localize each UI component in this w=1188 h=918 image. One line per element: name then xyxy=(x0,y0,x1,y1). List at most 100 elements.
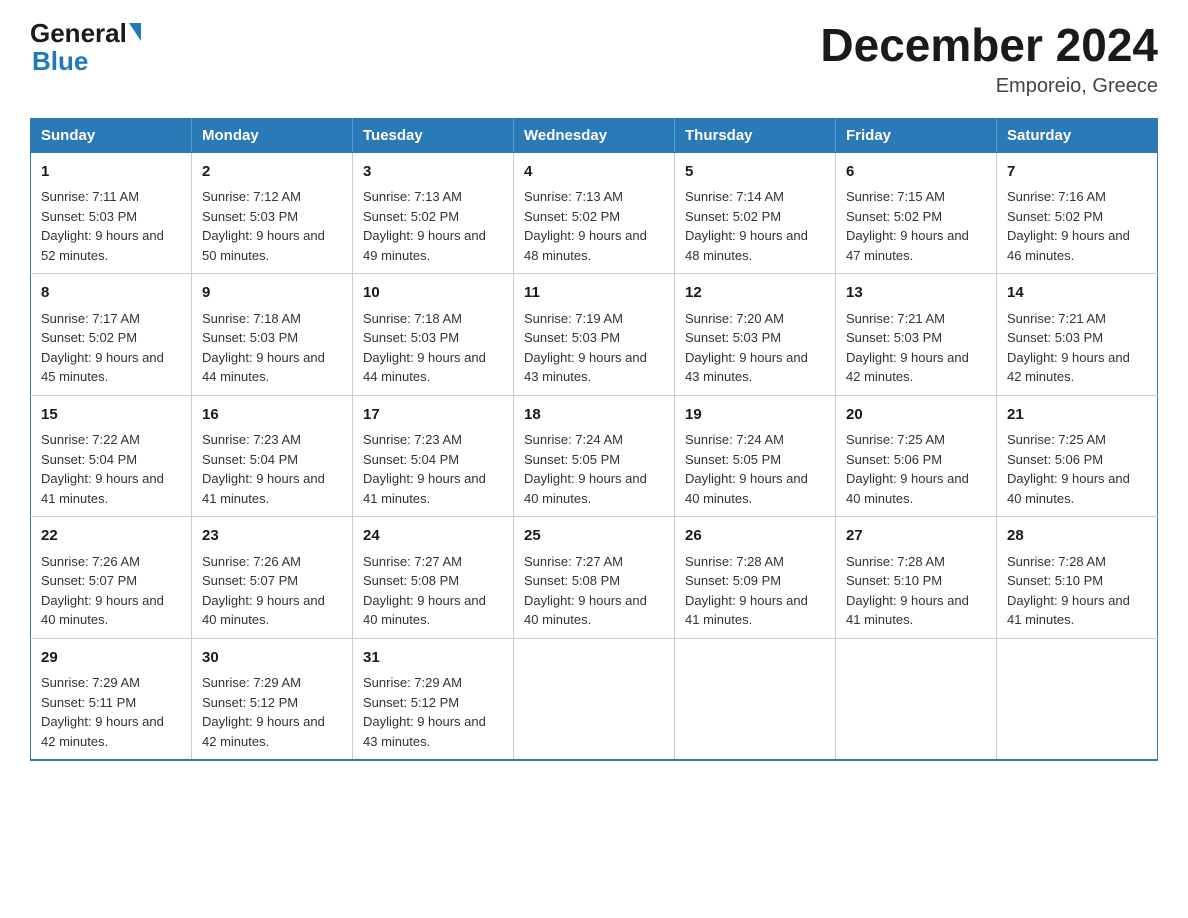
day-info: Sunrise: 7:11 AMSunset: 5:03 PMDaylight:… xyxy=(41,187,181,265)
day-number: 30 xyxy=(202,647,342,670)
day-info: Sunrise: 7:23 AMSunset: 5:04 PMDaylight:… xyxy=(363,430,503,508)
calendar-table: SundayMondayTuesdayWednesdayThursdayFrid… xyxy=(30,118,1158,762)
day-number: 2 xyxy=(202,161,342,184)
day-number: 21 xyxy=(1007,404,1147,427)
calendar-cell: 7 Sunrise: 7:16 AMSunset: 5:02 PMDaylight… xyxy=(997,152,1158,274)
calendar-cell: 24 Sunrise: 7:27 AMSunset: 5:08 PMDayligh… xyxy=(353,517,514,639)
day-info: Sunrise: 7:15 AMSunset: 5:02 PMDaylight:… xyxy=(846,187,986,265)
calendar-cell: 10 Sunrise: 7:18 AMSunset: 5:03 PMDayligh… xyxy=(353,274,514,396)
day-number: 18 xyxy=(524,404,664,427)
day-number: 10 xyxy=(363,282,503,305)
day-number: 11 xyxy=(524,282,664,305)
day-info: Sunrise: 7:12 AMSunset: 5:03 PMDaylight:… xyxy=(202,187,342,265)
day-number: 23 xyxy=(202,525,342,548)
column-header-saturday: Saturday xyxy=(997,118,1158,152)
column-header-monday: Monday xyxy=(192,118,353,152)
day-info: Sunrise: 7:21 AMSunset: 5:03 PMDaylight:… xyxy=(846,309,986,387)
logo-blue-text: Blue xyxy=(32,46,88,77)
day-number: 28 xyxy=(1007,525,1147,548)
day-number: 19 xyxy=(685,404,825,427)
day-info: Sunrise: 7:28 AMSunset: 5:09 PMDaylight:… xyxy=(685,552,825,630)
day-info: Sunrise: 7:28 AMSunset: 5:10 PMDaylight:… xyxy=(1007,552,1147,630)
day-info: Sunrise: 7:22 AMSunset: 5:04 PMDaylight:… xyxy=(41,430,181,508)
day-number: 13 xyxy=(846,282,986,305)
day-number: 27 xyxy=(846,525,986,548)
calendar-cell: 20Sunrise: 7:25 AMSunset: 5:06 PMDayligh… xyxy=(836,395,997,517)
day-info: Sunrise: 7:26 AMSunset: 5:07 PMDaylight:… xyxy=(41,552,181,630)
day-number: 1 xyxy=(41,161,181,184)
day-number: 31 xyxy=(363,647,503,670)
calendar-cell: 8 Sunrise: 7:17 AMSunset: 5:02 PMDaylight… xyxy=(31,274,192,396)
calendar-cell: 13 Sunrise: 7:21 AMSunset: 5:03 PMDayligh… xyxy=(836,274,997,396)
day-info: Sunrise: 7:26 AMSunset: 5:07 PMDaylight:… xyxy=(202,552,342,630)
calendar-cell: 4 Sunrise: 7:13 AMSunset: 5:02 PMDaylight… xyxy=(514,152,675,274)
page-header: General Blue December 2024 Emporeio, Gre… xyxy=(30,20,1158,98)
day-number: 12 xyxy=(685,282,825,305)
day-info: Sunrise: 7:14 AMSunset: 5:02 PMDaylight:… xyxy=(685,187,825,265)
day-info: Sunrise: 7:24 AMSunset: 5:05 PMDaylight:… xyxy=(524,430,664,508)
day-info: Sunrise: 7:13 AMSunset: 5:02 PMDaylight:… xyxy=(524,187,664,265)
day-info: Sunrise: 7:29 AMSunset: 5:12 PMDaylight:… xyxy=(363,673,503,751)
day-info: Sunrise: 7:18 AMSunset: 5:03 PMDaylight:… xyxy=(202,309,342,387)
calendar-week-row: 15 Sunrise: 7:22 AMSunset: 5:04 PMDayligh… xyxy=(31,395,1158,517)
calendar-cell xyxy=(514,638,675,760)
calendar-cell: 27 Sunrise: 7:28 AMSunset: 5:10 PMDayligh… xyxy=(836,517,997,639)
day-number: 7 xyxy=(1007,161,1147,184)
day-number: 22 xyxy=(41,525,181,548)
calendar-cell: 31 Sunrise: 7:29 AMSunset: 5:12 PMDayligh… xyxy=(353,638,514,760)
calendar-cell: 2 Sunrise: 7:12 AMSunset: 5:03 PMDaylight… xyxy=(192,152,353,274)
day-number: 14 xyxy=(1007,282,1147,305)
day-number: 17 xyxy=(363,404,503,427)
day-number: 9 xyxy=(202,282,342,305)
day-number: 16 xyxy=(202,404,342,427)
day-number: 8 xyxy=(41,282,181,305)
day-info: Sunrise: 7:27 AMSunset: 5:08 PMDaylight:… xyxy=(524,552,664,630)
day-number: 6 xyxy=(846,161,986,184)
day-info: Sunrise: 7:25 AMSunset: 5:06 PMDaylight:… xyxy=(1007,430,1147,508)
day-info: Sunrise: 7:16 AMSunset: 5:02 PMDaylight:… xyxy=(1007,187,1147,265)
day-info: Sunrise: 7:24 AMSunset: 5:05 PMDaylight:… xyxy=(685,430,825,508)
calendar-cell: 28 Sunrise: 7:28 AMSunset: 5:10 PMDayligh… xyxy=(997,517,1158,639)
day-number: 4 xyxy=(524,161,664,184)
calendar-cell xyxy=(997,638,1158,760)
calendar-cell xyxy=(836,638,997,760)
calendar-cell: 3Sunrise: 7:13 AMSunset: 5:02 PMDaylight… xyxy=(353,152,514,274)
day-number: 15 xyxy=(41,404,181,427)
day-info: Sunrise: 7:18 AMSunset: 5:03 PMDaylight:… xyxy=(363,309,503,387)
day-number: 5 xyxy=(685,161,825,184)
column-header-thursday: Thursday xyxy=(675,118,836,152)
calendar-week-row: 1 Sunrise: 7:11 AMSunset: 5:03 PMDaylight… xyxy=(31,152,1158,274)
calendar-week-row: 22 Sunrise: 7:26 AMSunset: 5:07 PMDayligh… xyxy=(31,517,1158,639)
day-info: Sunrise: 7:21 AMSunset: 5:03 PMDaylight:… xyxy=(1007,309,1147,387)
column-header-wednesday: Wednesday xyxy=(514,118,675,152)
day-info: Sunrise: 7:29 AMSunset: 5:12 PMDaylight:… xyxy=(202,673,342,751)
day-info: Sunrise: 7:27 AMSunset: 5:08 PMDaylight:… xyxy=(363,552,503,630)
day-info: Sunrise: 7:23 AMSunset: 5:04 PMDaylight:… xyxy=(202,430,342,508)
calendar-cell: 1 Sunrise: 7:11 AMSunset: 5:03 PMDaylight… xyxy=(31,152,192,274)
day-number: 3 xyxy=(363,161,503,184)
calendar-cell: 22 Sunrise: 7:26 AMSunset: 5:07 PMDayligh… xyxy=(31,517,192,639)
calendar-cell: 26 Sunrise: 7:28 AMSunset: 5:09 PMDayligh… xyxy=(675,517,836,639)
page-subtitle: Emporeio, Greece xyxy=(820,75,1158,98)
calendar-cell: 6 Sunrise: 7:15 AMSunset: 5:02 PMDaylight… xyxy=(836,152,997,274)
calendar-cell: 14 Sunrise: 7:21 AMSunset: 5:03 PMDayligh… xyxy=(997,274,1158,396)
calendar-cell xyxy=(675,638,836,760)
calendar-week-row: 8 Sunrise: 7:17 AMSunset: 5:02 PMDaylight… xyxy=(31,274,1158,396)
day-number: 24 xyxy=(363,525,503,548)
calendar-cell: 16 Sunrise: 7:23 AMSunset: 5:04 PMDayligh… xyxy=(192,395,353,517)
calendar-cell: 12Sunrise: 7:20 AMSunset: 5:03 PMDayligh… xyxy=(675,274,836,396)
day-info: Sunrise: 7:17 AMSunset: 5:02 PMDaylight:… xyxy=(41,309,181,387)
calendar-cell: 30 Sunrise: 7:29 AMSunset: 5:12 PMDayligh… xyxy=(192,638,353,760)
calendar-header-row: SundayMondayTuesdayWednesdayThursdayFrid… xyxy=(31,118,1158,152)
calendar-cell: 23 Sunrise: 7:26 AMSunset: 5:07 PMDayligh… xyxy=(192,517,353,639)
calendar-cell: 29Sunrise: 7:29 AMSunset: 5:11 PMDayligh… xyxy=(31,638,192,760)
day-number: 26 xyxy=(685,525,825,548)
calendar-week-row: 29Sunrise: 7:29 AMSunset: 5:11 PMDayligh… xyxy=(31,638,1158,760)
day-number: 20 xyxy=(846,404,986,427)
calendar-cell: 9 Sunrise: 7:18 AMSunset: 5:03 PMDaylight… xyxy=(192,274,353,396)
calendar-cell: 18 Sunrise: 7:24 AMSunset: 5:05 PMDayligh… xyxy=(514,395,675,517)
day-info: Sunrise: 7:28 AMSunset: 5:10 PMDaylight:… xyxy=(846,552,986,630)
day-info: Sunrise: 7:29 AMSunset: 5:11 PMDaylight:… xyxy=(41,673,181,751)
calendar-cell: 25Sunrise: 7:27 AMSunset: 5:08 PMDayligh… xyxy=(514,517,675,639)
logo-general-text: General xyxy=(30,20,127,46)
